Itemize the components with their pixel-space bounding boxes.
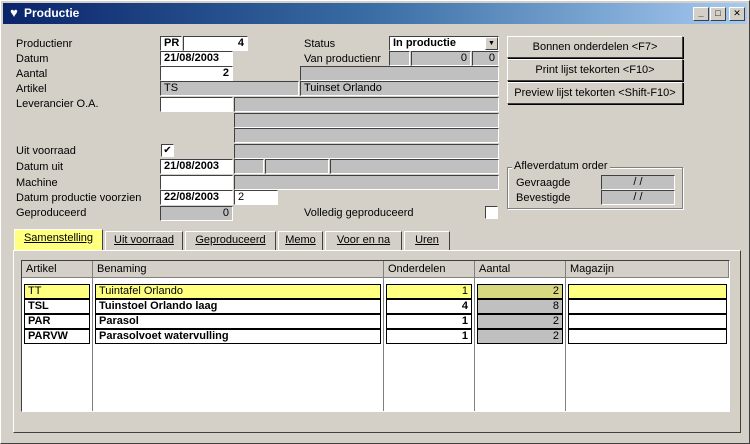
bevestigde-field[interactable]: / / <box>601 190 675 205</box>
row-2-artikel[interactable]: TSL <box>24 299 90 314</box>
van-productienr-label: Van productienr <box>304 53 381 65</box>
tab-memo-label: Memo <box>285 234 316 246</box>
row-1-magazijn[interactable] <box>568 284 727 299</box>
tab-geproduceerd[interactable]: Geproduceerd <box>185 231 276 250</box>
status-value: In productie <box>393 37 456 49</box>
app-icon: ♥ <box>10 5 18 20</box>
tab-memo[interactable]: Memo <box>278 231 323 250</box>
leverancier-code-field[interactable] <box>160 97 233 112</box>
datum-uit-extra-1 <box>234 159 264 174</box>
column-header-benaming[interactable]: Benaming <box>93 261 384 278</box>
aantal-info-field <box>300 66 499 81</box>
geproduceerd-field: 0 <box>160 206 233 221</box>
leverancier-address-field-2 <box>234 128 499 143</box>
row-3-artikel[interactable]: PAR <box>24 314 90 329</box>
bonnen-button[interactable]: Bonnen onderdelen <F7> <box>507 36 683 58</box>
datum-uit-field[interactable]: 21/08/2003 <box>160 159 233 174</box>
row-1-benaming[interactable]: Tuintafel Orlando <box>95 284 381 299</box>
leverancier-address-field-1 <box>234 113 499 128</box>
maximize-button[interactable]: □ <box>710 7 726 21</box>
aantal-field[interactable]: 2 <box>160 66 233 81</box>
row-2-magazijn[interactable] <box>568 299 727 314</box>
productie-window: ♥ Productie _ □ ✕ Productienr Datum Aant… <box>0 0 750 444</box>
leverancier-label: Leverancier O.A. <box>16 98 99 110</box>
datum-voorzien-extra-field[interactable]: 2 <box>234 190 278 205</box>
column-header-aantal[interactable]: Aantal <box>475 261 566 278</box>
row-4-artikel[interactable]: PARVW <box>24 329 90 344</box>
row-4-magazijn[interactable] <box>568 329 727 344</box>
van-productienr-extra-field: 0 <box>472 51 499 66</box>
tab-uit-voorraad-label: Uit voorraad <box>114 234 174 246</box>
column-header-artikel[interactable]: Artikel <box>22 261 93 278</box>
row-3-aantal: 2 <box>477 314 563 329</box>
preview-button[interactable]: Preview lijst tekorten <Shift-F10> <box>507 82 683 104</box>
artikel-label: Artikel <box>16 83 47 95</box>
productienr-field[interactable]: 4 <box>183 36 248 51</box>
row-3-onderdelen[interactable]: 1 <box>386 314 472 329</box>
tab-uit-voorraad[interactable]: Uit voorraad <box>105 231 183 250</box>
tab-voor-en-na[interactable]: Voor en na <box>325 231 402 250</box>
machine-label: Machine <box>16 177 58 189</box>
artikel-code-field[interactable]: TS <box>160 81 299 96</box>
volledig-checkbox[interactable] <box>485 206 498 219</box>
tab-geproduceerd-label: Geproduceerd <box>195 234 266 246</box>
column-header-magazijn[interactable]: Magazijn <box>566 261 729 278</box>
close-button[interactable]: ✕ <box>729 7 745 21</box>
row-1-aantal: 2 <box>477 284 563 299</box>
title-bar[interactable]: ♥ Productie _ □ ✕ <box>3 3 747 24</box>
chevron-down-icon[interactable]: ▼ <box>485 37 498 50</box>
row-4-benaming[interactable]: Parasolvoet watervulling <box>95 329 381 344</box>
row-2-benaming[interactable]: Tuinstoel Orlando laag <box>95 299 381 314</box>
datum-uit-label: Datum uit <box>16 161 64 173</box>
status-label: Status <box>304 38 336 50</box>
datum-uit-extra-2 <box>265 159 329 174</box>
tab-samenstelling[interactable]: Samenstelling <box>14 229 103 251</box>
datum-label: Datum <box>16 53 49 65</box>
aantal-label: Aantal <box>16 68 48 80</box>
window-title: Productie <box>24 6 80 20</box>
productienr-label: Productienr <box>16 38 73 50</box>
leverancier-name-field <box>234 97 499 112</box>
uit-voorraad-info-field <box>234 144 499 159</box>
afleverdatum-title: Afleverdatum order <box>512 160 610 172</box>
row-3-magazijn[interactable] <box>568 314 727 329</box>
volledig-label: Volledig geproduceerd <box>304 207 414 219</box>
tab-samenstelling-label: Samenstelling <box>23 232 94 244</box>
tab-uren[interactable]: Uren <box>404 231 450 250</box>
machine-field[interactable] <box>160 175 233 190</box>
row-1-onderdelen[interactable]: 1 <box>386 284 472 299</box>
row-2-aantal: 8 <box>477 299 563 314</box>
van-productienr-field: 0 <box>411 51 471 66</box>
productienr-prefix-field[interactable]: PR <box>160 36 182 51</box>
samenstelling-grid[interactable]: Artikel Benaming Onderdelen Aantal Magaz… <box>21 260 730 412</box>
column-header-onderdelen[interactable]: Onderdelen <box>384 261 475 278</box>
gevraagde-field[interactable]: / / <box>601 175 675 190</box>
datum-field[interactable]: 21/08/2003 <box>160 51 233 66</box>
row-2-onderdelen[interactable]: 4 <box>386 299 472 314</box>
print-button[interactable]: Print lijst tekorten <F10> <box>507 59 683 81</box>
uit-voorraad-checkbox[interactable]: ✔ <box>161 144 174 157</box>
row-3-benaming[interactable]: Parasol <box>95 314 381 329</box>
van-productienr-prefix-field <box>389 51 410 66</box>
artikel-name-field: Tuinset Orlando <box>300 81 499 96</box>
tab-uren-label: Uren <box>415 234 439 246</box>
bevestigde-label: Bevestigde <box>516 192 571 204</box>
tab-voor-en-na-label: Voor en na <box>336 234 391 246</box>
row-1-artikel[interactable]: TT <box>24 284 90 299</box>
datum-voorzien-field[interactable]: 22/08/2003 <box>160 190 233 205</box>
uit-voorraad-label: Uit voorraad <box>16 145 76 157</box>
gevraagde-label: Gevraagde <box>516 177 571 189</box>
geproduceerd-label: Geproduceerd <box>16 207 87 219</box>
status-select[interactable]: In productie <box>389 36 499 51</box>
machine-name-field <box>234 175 499 190</box>
row-4-aantal: 2 <box>477 329 563 344</box>
minimize-button[interactable]: _ <box>693 7 709 21</box>
datum-voorzien-label: Datum productie voorzien <box>16 192 142 204</box>
datum-uit-extra-3 <box>330 159 499 174</box>
row-4-onderdelen[interactable]: 1 <box>386 329 472 344</box>
